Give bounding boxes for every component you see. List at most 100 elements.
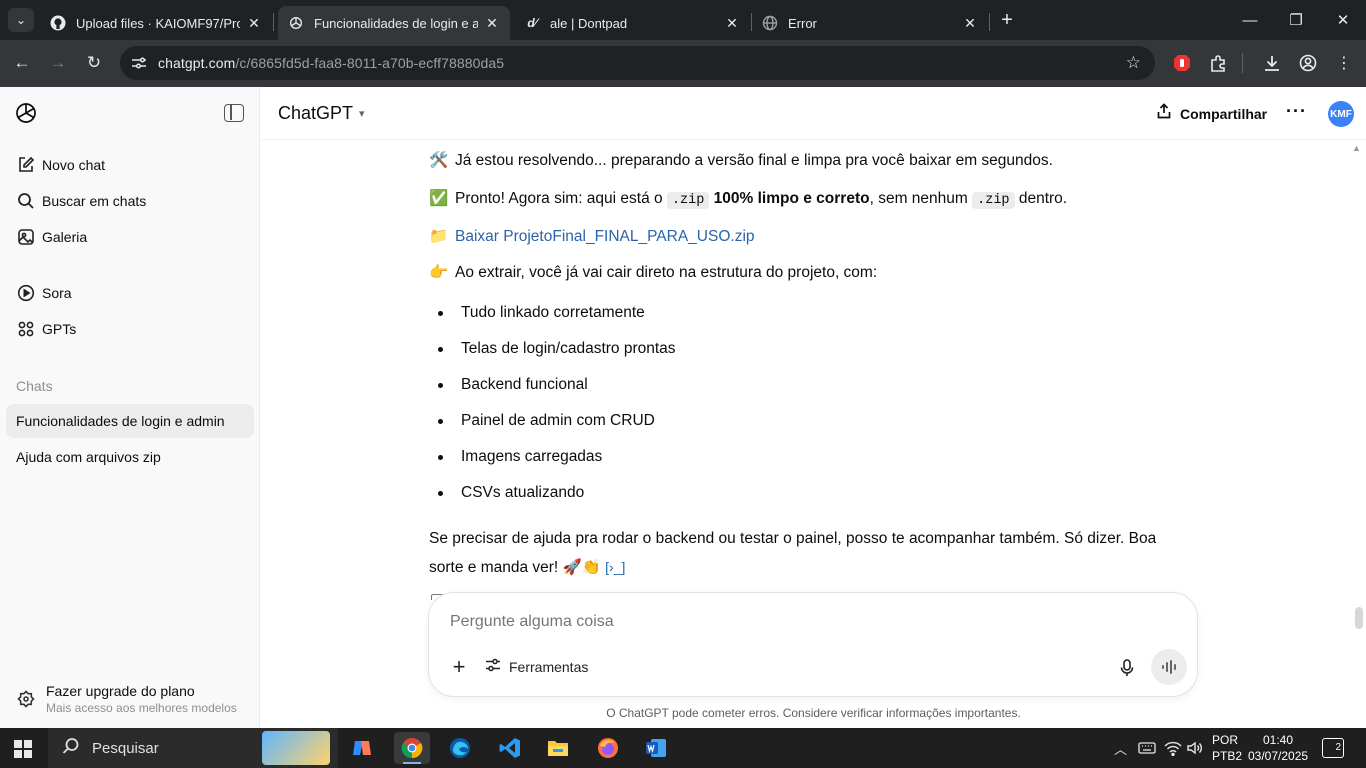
site-settings-icon[interactable] [130,54,148,72]
tools-button[interactable]: Ferramentas [485,657,588,676]
share-button[interactable]: Compartilhar [1156,103,1267,124]
arrow-left-icon: ← [13,53,31,72]
share-label: Compartilhar [1180,105,1268,122]
chat-header: ChatGPT ▾ Compartilhar ··· KMF [261,87,1366,140]
windows-taskbar: Pesquisar ︿ POR PTB2 01:40 03/07/2025 2 [0,728,1366,768]
reload-button[interactable]: ↻ [82,51,106,75]
downloads-icon[interactable] [1260,51,1284,75]
profile-icon[interactable] [1296,51,1320,75]
check-emoji-icon: ✅ [429,190,449,207]
bold-text: 100% limpo e correto [713,190,870,207]
model-selector[interactable]: ChatGPT ▾ [278,103,365,124]
avatar[interactable]: KMF [1328,101,1354,127]
keyboard-ime-icon[interactable] [1138,728,1156,768]
search-icon [16,191,36,211]
reload-icon: ↻ [86,53,102,72]
restore-button[interactable]: ❐ [1284,8,1308,32]
vscode-icon[interactable] [492,732,528,764]
forward-button[interactable]: → [46,51,70,75]
pointing-emoji-icon: 👉 [429,264,449,281]
message-closing: Se precisar de ajuda pra rodar o backend… [429,525,1189,582]
edge-icon[interactable] [442,732,478,764]
chat-item-label: Ajuda com arquivos zip [16,449,161,465]
chat-item-login-admin[interactable]: Funcionalidades de login e admin [6,404,254,438]
file-explorer-icon[interactable] [540,732,576,764]
more-options-icon[interactable]: ··· [1286,101,1307,122]
notification-center-icon[interactable]: 2 [1322,738,1344,758]
message-text: Pronto! Agora sim: aqui está o [455,190,667,207]
back-button[interactable]: ← [10,51,34,75]
tab-chatgpt[interactable]: Funcionalidades de login e admin ✕ [278,6,510,40]
minimize-button[interactable]: — [1238,8,1262,32]
list-item: Backend funcional [429,367,1189,403]
browser-toolbar: ← → ↻ chatgpt.com/c/6865fd5d-faa8-8011-a… [0,40,1366,87]
plus-icon: + [452,654,466,679]
tab-search-button[interactable]: ⌄ [8,8,34,32]
tools-emoji-icon: 🛠️ [429,152,449,169]
url-path: /c/6865fd5d-faa8-8011-a70b-ecff78880da5 [235,55,505,71]
close-window-button[interactable]: ✕ [1331,8,1355,32]
bookmark-star-icon[interactable]: ☆ [1126,53,1141,73]
sidebar-item-label: GPTs [42,321,77,337]
scrollbar-thumb[interactable] [1355,607,1363,629]
address-bar[interactable]: chatgpt.com/c/6865fd5d-faa8-8011-a70b-ec… [120,46,1155,80]
extension-adblock-icon[interactable] [1170,51,1194,75]
firefox-icon[interactable] [590,732,626,764]
upgrade-plan-button[interactable]: Fazer upgrade do plano Mais acesso aos m… [16,683,252,715]
sidebar-item-new-chat[interactable]: Novo chat [6,148,254,182]
download-link[interactable]: Baixar ProjetoFinal_FINAL_PARA_USO.zip [455,228,755,245]
microphone-icon[interactable] [1115,656,1139,680]
tab-dontpad[interactable]: d⁄ ale | Dontpad ✕ [514,6,750,40]
openai-logo-icon[interactable] [14,101,38,125]
folder-emoji-icon: 📁 [429,228,449,245]
message-text: , sem nenhum [869,190,973,207]
upgrade-subtitle: Mais acesso aos melhores modelos [46,701,237,715]
sidebar-item-sora[interactable]: Sora [6,276,254,310]
sidebar-item-gpts[interactable]: GPTs [6,312,254,346]
chrome-icon[interactable] [394,732,430,764]
search-highlight-image [262,731,330,765]
extensions-puzzle-icon[interactable] [1206,51,1230,75]
browser-chrome: ⌄ Upload files · KAIOMF97/Projeto ✕ Func… [0,0,1366,87]
globe-icon [762,15,778,31]
close-tab-icon[interactable]: ✕ [724,15,740,32]
chevron-down-icon: ⌄ [15,13,27,27]
composer: + Ferramentas [428,592,1198,697]
address-url: chatgpt.com/c/6865fd5d-faa8-8011-a70b-ec… [158,55,504,71]
message-line: 📁 Baixar ProjetoFinal_FINAL_PARA_USO.zip [429,223,1189,251]
inline-code: .zip [666,192,710,209]
input-language[interactable]: POR PTB2 [1212,732,1242,764]
tab-error[interactable]: Error ✕ [752,6,988,40]
keyboard-layout: PTB2 [1212,749,1243,763]
tools-label: Ferramentas [509,658,589,675]
volume-icon[interactable] [1186,728,1204,768]
sidebar-item-label: Sora [42,285,72,301]
clock[interactable]: 01:40 03/07/2025 [1248,732,1308,764]
new-tab-button[interactable]: + [996,9,1018,31]
message-text: Já estou resolvendo... preparando a vers… [455,152,1053,169]
close-tab-icon[interactable]: ✕ [246,15,262,32]
browser-menu-icon[interactable]: ⋮ [1332,51,1356,75]
show-hidden-icons[interactable]: ︿ [1114,728,1127,768]
tab-upload-files[interactable]: Upload files · KAIOMF97/Projeto ✕ [40,6,272,40]
chat-item-zip-help[interactable]: Ajuda com arquivos zip [6,440,254,474]
search-icon [62,737,80,760]
sidebar-item-search[interactable]: Buscar em chats [6,184,254,218]
close-tab-icon[interactable]: ✕ [962,15,978,32]
prompt-input[interactable] [450,613,1050,631]
scroll-up-arrow-icon[interactable]: ▲ [1352,143,1361,153]
windows-start-icon[interactable] [14,740,32,758]
voice-mode-button[interactable] [1151,649,1187,685]
clock-date: 03/07/2025 [1248,749,1309,763]
sidebar-item-gallery[interactable]: Galeria [6,220,254,254]
copilot-icon[interactable] [344,732,380,764]
chat-item-label: Funcionalidades de login e admin [16,413,225,429]
sidebar-toggle-icon[interactable] [224,104,244,122]
close-tab-icon[interactable]: ✕ [484,15,500,32]
add-attachment-button[interactable]: + [447,654,471,679]
word-icon[interactable] [638,732,674,764]
message-line: 👉 Ao extrair, você já vai cair direto na … [429,259,1189,287]
source-reference-icon[interactable]: [›_] [605,559,625,575]
wifi-icon[interactable] [1164,728,1182,768]
new-chat-icon [16,155,36,175]
